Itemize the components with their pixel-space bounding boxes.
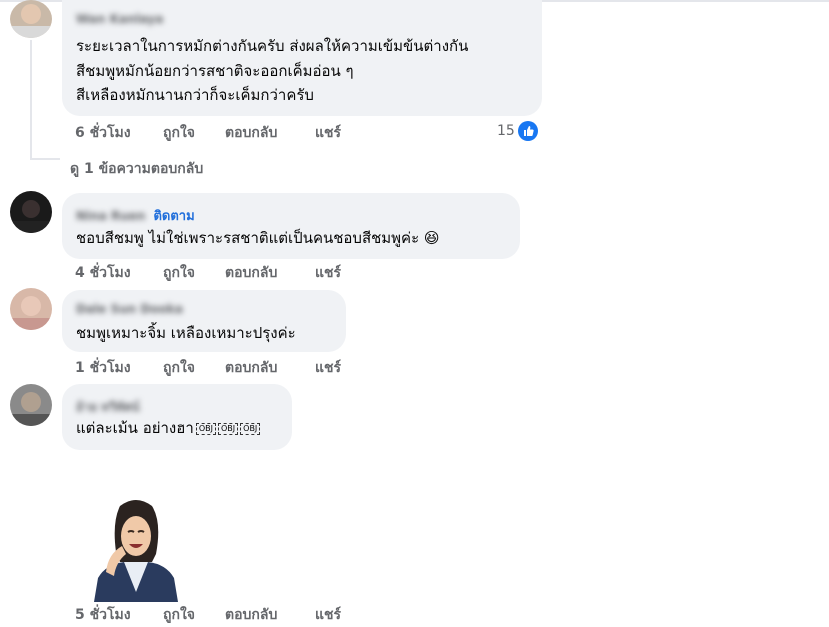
comment-text-line: ชมพูเหมาะจิ้ม เหลืองเหมาะปรุงค่ะ xyxy=(76,324,296,342)
like-icon xyxy=(517,121,538,141)
avatar[interactable] xyxy=(10,384,52,426)
comment-bubble: Dale Sun Dooka ชมพูเหมาะจิ้ม เหลืองเหมาะ… xyxy=(62,290,346,352)
comment-text-line: ชอบสีชมพู ไม่ใช่เพราะรสชาติแต่เป็นคนชอบส… xyxy=(76,229,440,247)
like-button[interactable]: ถูกใจ xyxy=(163,122,225,144)
share-button[interactable]: แชร์ xyxy=(315,262,341,284)
timestamp-link[interactable]: 4 ชั่วโมง xyxy=(75,262,163,284)
comment-text-line: แต่ละเม้น อย่างฮา OBJ OBJ OBJ xyxy=(76,416,261,441)
timestamp-link[interactable]: 5 ชั่วโมง xyxy=(75,604,163,626)
timestamp-link[interactable]: 1 ชั่วโมง xyxy=(75,357,163,379)
avatar[interactable] xyxy=(10,288,52,330)
comment-bubble: Nina Ruen ติดตาม ชอบสีชมพู ไม่ใช่เพราะรส… xyxy=(62,193,520,259)
share-button[interactable]: แชร์ xyxy=(315,122,341,144)
follow-button[interactable]: ติดตาม xyxy=(153,205,194,226)
emoji-placeholder: OBJ xyxy=(195,422,216,435)
timestamp-link[interactable]: 6 ชั่วโมง xyxy=(75,122,163,144)
avatar[interactable] xyxy=(10,191,52,233)
comment-actions: 1 ชั่วโมง ถูกใจ ตอบกลับ แชร์ xyxy=(75,357,341,379)
thread-line-curve xyxy=(30,158,60,160)
comment-author[interactable]: Wan Kanlaya xyxy=(76,12,163,26)
share-button[interactable]: แชร์ xyxy=(315,604,341,626)
comment-actions: 4 ชั่วโมง ถูกใจ ตอบกลับ แชร์ xyxy=(75,262,341,284)
laughing-man-sticker[interactable] xyxy=(86,492,186,602)
comment-bubble: Wan Kanlaya ระยะเวลาในการหมักต่างกันครับ… xyxy=(62,0,542,116)
emoji-placeholder: OBJ xyxy=(240,422,261,435)
thread-line xyxy=(30,40,32,160)
comment-text-line: สีเหลืองหมักนานกว่าก็จะเค็มกว่าครับ xyxy=(76,86,314,104)
reply-button[interactable]: ตอบกลับ xyxy=(225,122,315,144)
like-button[interactable]: ถูกใจ xyxy=(163,262,225,284)
like-button[interactable]: ถูกใจ xyxy=(163,604,225,626)
reaction-count-value: 15 xyxy=(497,123,515,139)
comment-bubble: อ้าย ทวีทัศน์ แต่ละเม้น อย่างฮา OBJ OBJ OBJ xyxy=(62,384,292,450)
avatar[interactable] xyxy=(10,0,52,38)
like-button[interactable]: ถูกใจ xyxy=(163,357,225,379)
comment-author[interactable]: อ้าย ทวีทัศน์ xyxy=(76,398,140,417)
emoji-placeholder: OBJ xyxy=(217,422,239,435)
comment-text-line: ระยะเวลาในการหมักต่างกันครับ ส่งผลให้ควา… xyxy=(76,37,469,55)
comment-text-line: สีชมพูหมักน้อยกว่ารสชาติจะออกเค็มอ่อน ๆ xyxy=(76,62,354,80)
comment-text: แต่ละเม้น อย่างฮา xyxy=(76,419,194,437)
reply-button[interactable]: ตอบกลับ xyxy=(225,604,315,626)
share-button[interactable]: แชร์ xyxy=(315,357,341,379)
comment-actions: 6 ชั่วโมง ถูกใจ ตอบกลับ แชร์ xyxy=(75,122,341,144)
comment-author[interactable]: Nina Ruen xyxy=(76,209,145,223)
view-replies-link[interactable]: ดู 1 ข้อความตอบกลับ xyxy=(70,158,203,180)
comment-author[interactable]: Dale Sun Dooka xyxy=(76,302,183,316)
reply-button[interactable]: ตอบกลับ xyxy=(225,357,315,379)
reaction-count[interactable]: 15 xyxy=(497,121,538,141)
reply-button[interactable]: ตอบกลับ xyxy=(225,262,315,284)
comment-actions: 5 ชั่วโมง ถูกใจ ตอบกลับ แชร์ xyxy=(75,604,341,626)
